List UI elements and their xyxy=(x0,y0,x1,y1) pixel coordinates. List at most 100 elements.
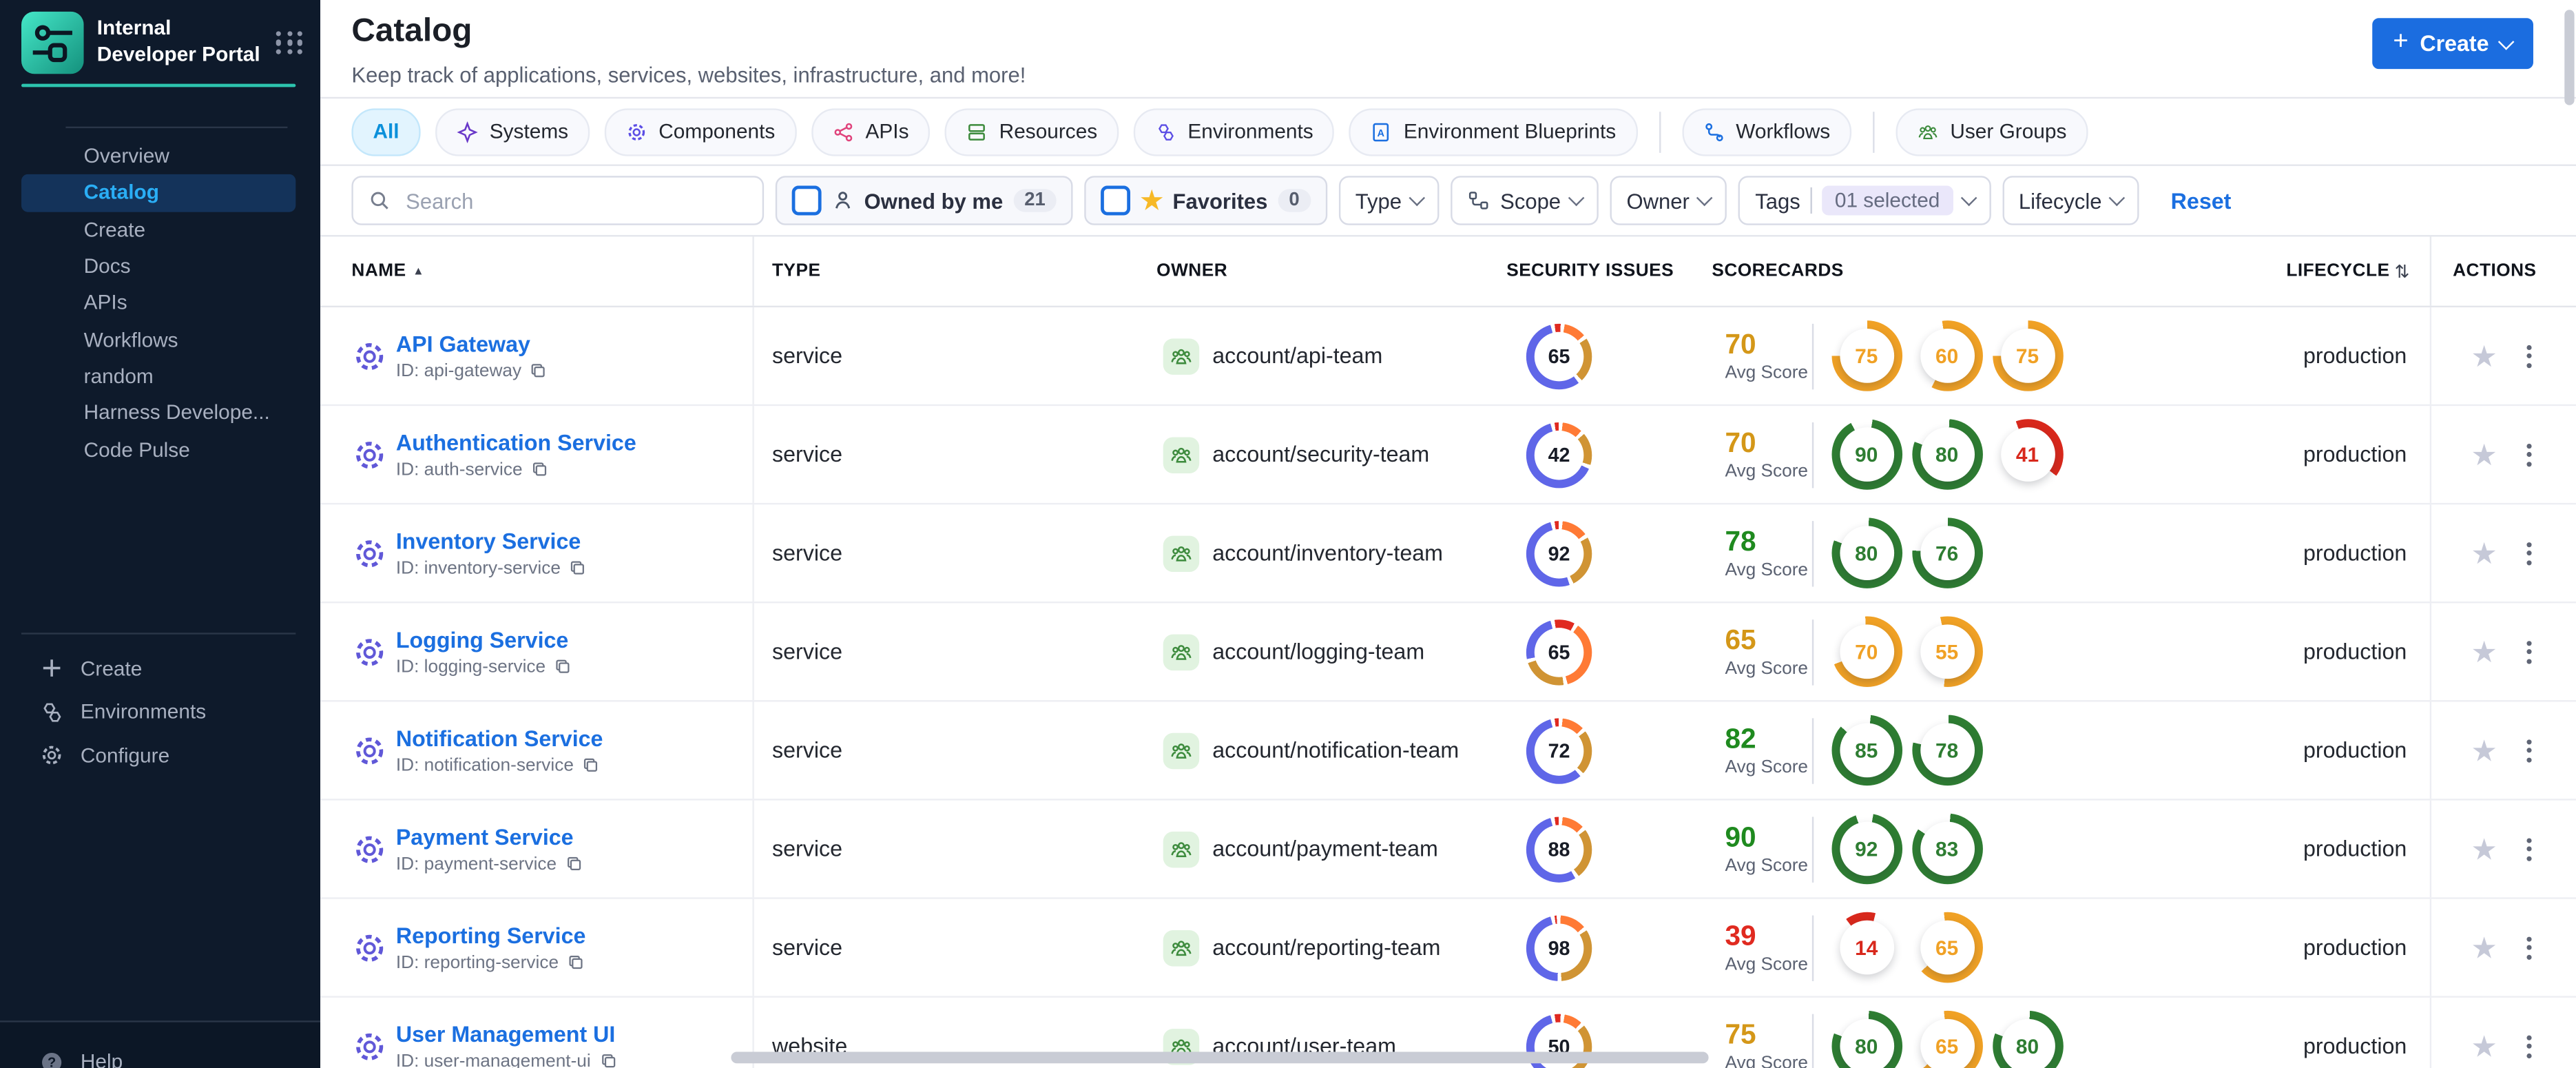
search-input[interactable] xyxy=(402,186,748,215)
table-row[interactable]: Notification Service ID: notification-ser… xyxy=(320,701,2576,801)
sidebar-item-random[interactable]: random xyxy=(0,358,320,394)
favorite-star-icon[interactable]: ★ xyxy=(2471,834,2497,863)
kebab-menu-icon[interactable] xyxy=(2522,340,2537,373)
table-row[interactable]: Reporting Service ID: reporting-service se… xyxy=(320,898,2576,998)
divider xyxy=(1811,914,1814,980)
owned-by-me-checkbox[interactable] xyxy=(791,185,822,216)
kebab-menu-icon[interactable] xyxy=(2522,832,2537,865)
reset-filters-link[interactable]: Reset xyxy=(2171,188,2232,213)
kebab-menu-icon[interactable] xyxy=(2522,1029,2537,1062)
tab-systems[interactable]: Systems xyxy=(435,107,590,156)
tab-components[interactable]: Components xyxy=(604,107,797,156)
table-row[interactable]: Payment Service ID: payment-service servic… xyxy=(320,800,2576,899)
copy-icon[interactable] xyxy=(554,657,572,675)
create-button[interactable]: + Create xyxy=(2371,18,2533,70)
sidebar-item-catalog[interactable]: Catalog xyxy=(21,174,296,212)
tab-user-groups[interactable]: User Groups xyxy=(1895,107,2088,156)
kebab-menu-icon[interactable] xyxy=(2522,734,2537,767)
copy-icon[interactable] xyxy=(530,362,548,380)
owner-name: account/reporting-team xyxy=(1212,935,1441,960)
entity-name-link[interactable]: Notification Service xyxy=(396,726,603,750)
scorecard-ring: 55 xyxy=(1911,616,1982,688)
scope-dropdown[interactable]: Scope xyxy=(1451,176,1599,225)
scorecard-ring: 41 xyxy=(1992,419,2063,490)
tab-apis[interactable]: APIs xyxy=(811,107,931,156)
table-body: API Gateway ID: api-gateway service account… xyxy=(320,307,2576,1068)
entity-name-link[interactable]: Inventory Service xyxy=(396,528,587,553)
table-row[interactable]: API Gateway ID: api-gateway service account… xyxy=(320,307,2576,407)
vertical-scrollbar[interactable] xyxy=(2564,10,2575,105)
tab-group-divider xyxy=(1873,111,1875,152)
column-header-lifecycle[interactable]: LIFECYCLE ⇅ xyxy=(2201,236,2430,305)
entity-name-link[interactable]: Authentication Service xyxy=(396,430,636,455)
type-dropdown[interactable]: Type xyxy=(1338,176,1440,225)
sidebar-item-label: Help xyxy=(80,1050,123,1068)
avg-score-value: 90 xyxy=(1725,821,1756,852)
kebab-menu-icon[interactable] xyxy=(2522,537,2537,570)
sidebar-item-harness-develope[interactable]: Harness Develope... xyxy=(0,395,320,431)
sidebar-item-apis[interactable]: APIs xyxy=(0,285,320,321)
entity-name-link[interactable]: Logging Service xyxy=(396,627,572,652)
scorecard-ring: 90 xyxy=(1831,419,1902,490)
avg-score-value: 78 xyxy=(1725,525,1756,557)
favorite-star-icon[interactable]: ★ xyxy=(2471,538,2497,568)
owner-dropdown[interactable]: Owner xyxy=(1610,176,1727,225)
owned-by-me-filter[interactable]: Owned by me 21 xyxy=(775,176,1074,225)
copy-icon[interactable] xyxy=(599,1052,617,1068)
sidebar-item-create[interactable]: Create xyxy=(0,647,320,690)
tab-label: Components xyxy=(658,120,776,143)
sidebar-item-code-pulse[interactable]: Code Pulse xyxy=(0,431,320,468)
column-header-name[interactable]: NAME ▲ xyxy=(351,236,754,306)
sidebar-item-configure[interactable]: Configure xyxy=(0,734,320,777)
gear-icon xyxy=(351,338,387,373)
table-row[interactable]: Logging Service ID: logging-service servic… xyxy=(320,603,2576,702)
copy-icon[interactable] xyxy=(530,460,548,478)
tab-environment-blueprints[interactable]: A Environment Blueprints xyxy=(1349,107,1638,156)
scorecards-cell: 78 Avg Score 80 76 xyxy=(1709,504,2202,602)
sidebar-item-overview[interactable]: Overview xyxy=(0,138,320,174)
favorites-filter[interactable]: ★ Favorites 0 xyxy=(1085,176,1328,225)
column-header-scorecards: SCORECARDS xyxy=(1712,261,1844,281)
table-row[interactable]: Authentication Service ID: auth-service se… xyxy=(320,406,2576,505)
kebab-menu-icon[interactable] xyxy=(2522,438,2537,471)
avg-score-value: 70 xyxy=(1725,426,1756,458)
horizontal-scrollbar[interactable] xyxy=(731,1051,1709,1064)
favorite-star-icon[interactable]: ★ xyxy=(2471,933,2497,963)
table-row[interactable]: Inventory Service ID: inventory-service se… xyxy=(320,504,2576,604)
tab-all[interactable]: All xyxy=(351,107,421,156)
favorites-checkbox[interactable] xyxy=(1101,185,1131,216)
copy-icon[interactable] xyxy=(565,854,583,872)
avg-score-label: Avg Score xyxy=(1725,658,1809,678)
entity-name-link[interactable]: Payment Service xyxy=(396,824,583,849)
sidebar-item-docs[interactable]: Docs xyxy=(0,248,320,285)
copy-icon[interactable] xyxy=(567,953,585,971)
tab-environments[interactable]: Environments xyxy=(1133,107,1335,156)
avg-score-label: Avg Score xyxy=(1725,559,1809,579)
favorite-star-icon[interactable]: ★ xyxy=(2471,735,2497,765)
lifecycle-dropdown[interactable]: Lifecycle xyxy=(2002,176,2140,225)
type-cell: service xyxy=(772,442,843,467)
tab-resources[interactable]: Resources xyxy=(944,107,1119,156)
tab-workflows[interactable]: Workflows xyxy=(1681,107,1852,156)
type-cell: service xyxy=(772,343,843,369)
favorite-star-icon[interactable]: ★ xyxy=(2471,341,2497,371)
sidebar-item-help[interactable]: ? Help xyxy=(0,1040,320,1068)
tags-dropdown[interactable]: Tags 01 selected xyxy=(1738,176,1991,225)
sidebar-item-create[interactable]: Create xyxy=(0,212,320,248)
app-switcher-icon[interactable] xyxy=(276,30,304,55)
copy-icon[interactable] xyxy=(569,559,587,577)
kebab-menu-icon[interactable] xyxy=(2522,635,2537,668)
sidebar-item-environments[interactable]: Environments xyxy=(0,690,320,734)
scorecard-ring: 80 xyxy=(1911,419,1982,490)
favorite-star-icon[interactable]: ★ xyxy=(2471,440,2497,469)
favorite-star-icon[interactable]: ★ xyxy=(2471,1031,2497,1061)
copy-icon[interactable] xyxy=(582,756,600,774)
entity-name-link[interactable]: User Management UI xyxy=(396,1021,617,1046)
systems-icon xyxy=(457,121,478,143)
entity-name-link[interactable]: Reporting Service xyxy=(396,923,586,947)
entity-name-link[interactable]: API Gateway xyxy=(396,331,548,356)
kebab-menu-icon[interactable] xyxy=(2522,931,2537,964)
sidebar-item-workflows[interactable]: Workflows xyxy=(0,321,320,358)
favorite-star-icon[interactable]: ★ xyxy=(2471,637,2497,666)
tab-label: Resources xyxy=(999,120,1098,143)
